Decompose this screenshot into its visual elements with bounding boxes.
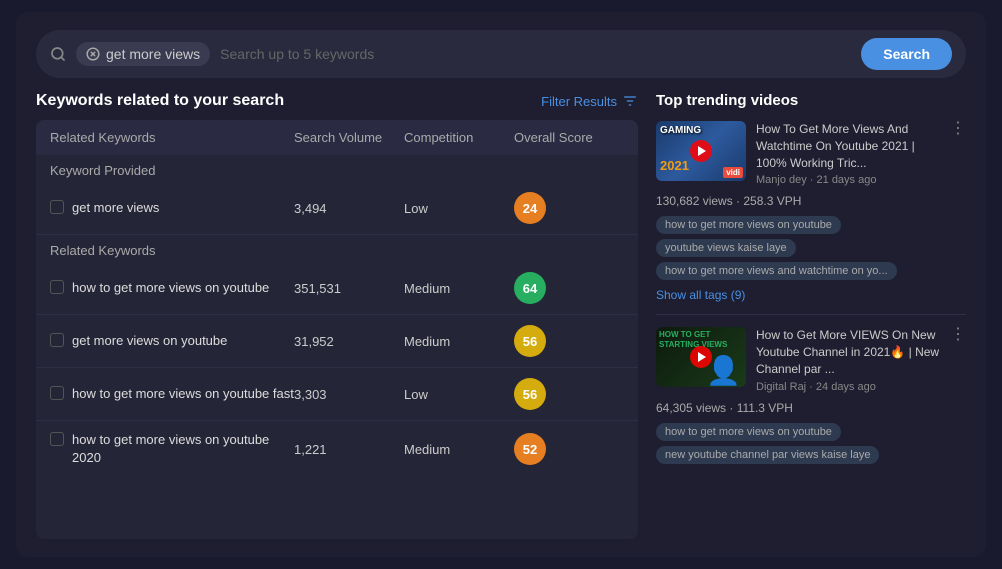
keyword-text: get more views (72, 199, 159, 217)
keyword-cell: how to get more views on youtube 2020 (50, 431, 294, 467)
competition-cell: Medium (404, 334, 514, 349)
video-card-1: GAMING 2021 vidi How To Get More Views A… (656, 121, 966, 302)
table-row: get more views on youtube 31,952 Medium … (36, 315, 638, 368)
score-badge: 52 (514, 433, 546, 465)
play-button-overlay-2 (690, 346, 712, 368)
divider (656, 314, 966, 315)
row-checkbox[interactable] (50, 280, 64, 294)
search-placeholder: Search up to 5 keywords (220, 46, 851, 62)
volume-cell: 1,221 (294, 442, 404, 457)
video-card-2: HOW TO GET STARTING VIEWS 👤 How to Get M… (656, 327, 966, 463)
tag[interactable]: how to get more views on youtube (656, 216, 841, 234)
row-checkbox[interactable] (50, 386, 64, 400)
video-title-1: How To Get More Views And Watchtime On Y… (756, 121, 940, 171)
panel-header: Keywords related to your search Filter R… (36, 92, 638, 110)
keyword-text: get more views on youtube (72, 332, 227, 350)
keyword-cell: get more views on youtube (50, 332, 294, 350)
tag[interactable]: how to get more views on youtube (656, 423, 841, 441)
col-volume: Search Volume (294, 130, 404, 145)
filter-results-button[interactable]: Filter Results (541, 93, 638, 109)
video-stats-2: 64,305 views · 111.3 VPH (656, 401, 966, 415)
video-top-1: GAMING 2021 vidi How To Get More Views A… (656, 121, 966, 186)
show-all-tags-1[interactable]: Show all tags (9) (656, 288, 966, 302)
app-container: get more views Search up to 5 keywords S… (16, 12, 986, 557)
main-content: Keywords related to your search Filter R… (36, 92, 966, 539)
search-tag-text: get more views (106, 46, 200, 62)
video-title-2: How to Get More VIEWS On New Youtube Cha… (756, 327, 940, 377)
col-keyword: Related Keywords (50, 130, 294, 145)
tag-row-1: how to get more views on youtube youtube… (656, 216, 966, 280)
keyword-cell: get more views (50, 199, 294, 217)
tag-row-2: how to get more views on youtube new you… (656, 423, 966, 464)
search-tag[interactable]: get more views (76, 42, 210, 66)
tag[interactable]: new youtube channel par views kaise laye (656, 446, 879, 464)
video-thumb-2[interactable]: HOW TO GET STARTING VIEWS 👤 (656, 327, 746, 387)
section1-label: Keyword Provided (36, 155, 638, 182)
right-panel-title: Top trending videos (656, 92, 966, 109)
panel-title: Keywords related to your search (36, 92, 284, 110)
search-bar: get more views Search up to 5 keywords S… (36, 30, 966, 78)
tag[interactable]: youtube views kaise laye (656, 239, 796, 257)
video-top-2: HOW TO GET STARTING VIEWS 👤 How to Get M… (656, 327, 966, 392)
video-meta-1: Manjo dey · 21 days ago (756, 174, 940, 186)
volume-cell: 351,531 (294, 281, 404, 296)
keyword-cell: how to get more views on youtube (50, 279, 294, 297)
search-button[interactable]: Search (861, 38, 952, 70)
row-checkbox[interactable] (50, 432, 64, 446)
competition-cell: Medium (404, 442, 514, 457)
score-badge: 56 (514, 378, 546, 410)
play-triangle-icon (698, 146, 706, 156)
volume-cell: 31,952 (294, 334, 404, 349)
table-header: Related Keywords Search Volume Competiti… (36, 120, 638, 155)
keywords-table: Related Keywords Search Volume Competiti… (36, 120, 638, 539)
gaming-label: GAMING (660, 125, 701, 136)
keyword-cell: how to get more views on youtube fast (50, 385, 294, 403)
table-row: how to get more views on youtube fast 3,… (36, 368, 638, 421)
volume-cell: 3,303 (294, 387, 404, 402)
table-row: how to get more views on youtube 351,531… (36, 262, 638, 315)
volume-cell: 3,494 (294, 201, 404, 216)
left-panel: Keywords related to your search Filter R… (36, 92, 638, 539)
howto-label: HOW TO GET STARTING VIEWS (659, 330, 727, 349)
video-options-icon-2[interactable]: ⋮ (950, 327, 966, 343)
play-button-overlay (690, 140, 712, 162)
gaming-year: 2021 (660, 158, 689, 173)
score-badge: 56 (514, 325, 546, 357)
right-panel: Top trending videos GAMING 2021 vidi (656, 92, 966, 539)
col-competition: Competition (404, 130, 514, 145)
score-badge: 64 (514, 272, 546, 304)
competition-cell: Medium (404, 281, 514, 296)
section2-label: Related Keywords (36, 235, 638, 262)
vidi-badge: vidi (723, 167, 743, 178)
search-icon (50, 46, 66, 62)
keyword-text: how to get more views on youtube 2020 (72, 431, 294, 467)
video-stats-1: 130,682 views · 258.3 VPH (656, 194, 966, 208)
keyword-text: how to get more views on youtube fast (72, 385, 294, 403)
search-tag-close-icon[interactable] (86, 47, 100, 61)
video-info-2: How to Get More VIEWS On New Youtube Cha… (756, 327, 940, 392)
col-score: Overall Score (514, 130, 624, 145)
filter-results-label: Filter Results (541, 94, 617, 109)
video-thumb-1[interactable]: GAMING 2021 vidi (656, 121, 746, 181)
table-row: get more views 3,494 Low 24 (36, 182, 638, 235)
row-checkbox[interactable] (50, 333, 64, 347)
row-checkbox[interactable] (50, 200, 64, 214)
keyword-text: how to get more views on youtube (72, 279, 269, 297)
video-options-icon-1[interactable]: ⋮ (950, 121, 966, 137)
table-row: how to get more views on youtube 2020 1,… (36, 421, 638, 477)
play-triangle-icon-2 (698, 352, 706, 362)
competition-cell: Low (404, 387, 514, 402)
video-info-1: How To Get More Views And Watchtime On Y… (756, 121, 940, 186)
video-meta-2: Digital Raj · 24 days ago (756, 381, 940, 393)
competition-cell: Low (404, 201, 514, 216)
tag[interactable]: how to get more views and watchtime on y… (656, 262, 897, 280)
score-badge: 24 (514, 192, 546, 224)
